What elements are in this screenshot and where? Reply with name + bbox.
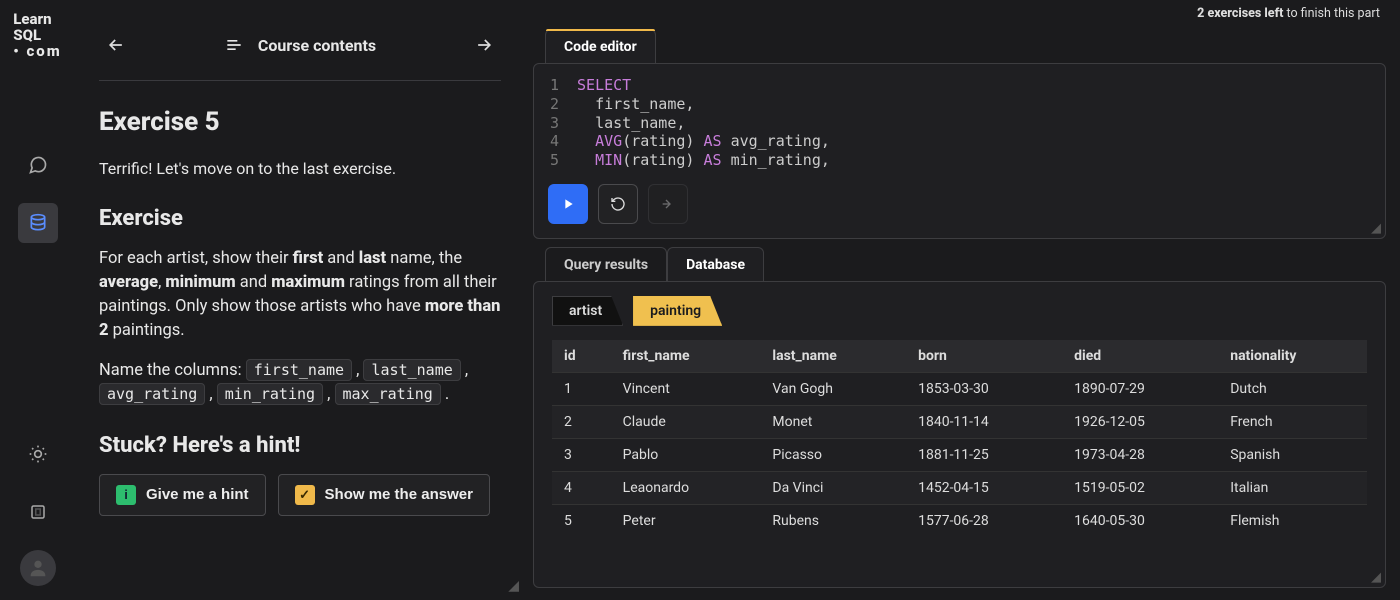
fullscreen-icon[interactable] <box>18 492 58 532</box>
hint-heading: Stuck? Here's a hint! <box>99 433 501 458</box>
col-id: id <box>552 340 611 373</box>
progress-notice: 2 exercises left to finish this part <box>533 0 1386 21</box>
exercise-prompt: For each artist, show their first and la… <box>99 247 501 343</box>
line-gutter: 1 2 3 4 5 <box>550 76 577 170</box>
database-panel: artist painting id first_name last_name … <box>533 281 1386 588</box>
side-rail: Learn SQL • com <box>0 0 75 600</box>
code-editor[interactable]: 1 2 3 4 5 SELECT first_name, last_name, … <box>534 64 1385 178</box>
theme-icon[interactable] <box>18 434 58 474</box>
lesson-panel: Course contents Exercise 5 Terrific! Let… <box>75 0 525 600</box>
exercise-intro: Terrific! Let's move on to the last exer… <box>99 159 501 178</box>
next-button[interactable] <box>467 28 501 62</box>
col-died: died <box>1062 340 1218 373</box>
col-last: last_name <box>760 340 906 373</box>
col-nat: nationality <box>1218 340 1367 373</box>
tab-query-results[interactable]: Query results <box>545 247 667 282</box>
tab-database[interactable]: Database <box>667 247 764 282</box>
table-row: 5PeterRubens1577-06-281640-05-30Flemish <box>552 504 1367 537</box>
col-born: born <box>906 340 1062 373</box>
check-icon: ✓ <box>295 485 315 505</box>
code-content[interactable]: SELECT first_name, last_name, AVG(rating… <box>577 76 830 170</box>
col-first: first_name <box>611 340 761 373</box>
prev-button[interactable] <box>99 28 133 62</box>
table-row: 2ClaudeMonet1840-11-141926-12-05French <box>552 405 1367 438</box>
info-icon: i <box>116 485 136 505</box>
table-tab-painting[interactable]: painting <box>633 296 722 326</box>
code-editor-panel: 1 2 3 4 5 SELECT first_name, last_name, … <box>533 63 1386 239</box>
table-row: 4LeaonardoDa Vinci1452-04-151519-05-02It… <box>552 471 1367 504</box>
table-row: 1VincentVan Gogh1853-03-301890-07-29Dutc… <box>552 372 1367 405</box>
breadcrumb: Course contents <box>99 20 501 81</box>
table-row: 3PabloPicasso1881-11-251973-04-28Spanish <box>552 438 1367 471</box>
hint-button[interactable]: i Give me a hint <box>99 474 266 516</box>
course-contents-label[interactable]: Course contents <box>258 36 376 55</box>
table-tab-artist[interactable]: artist <box>552 296 623 326</box>
data-table: id first_name last_name born died nation… <box>552 340 1367 537</box>
code-chip: min_rating <box>217 383 323 405</box>
column-instruction: Name the columns: first_name , last_name… <box>99 359 501 407</box>
share-button <box>648 184 688 224</box>
answer-button-label: Show me the answer <box>325 486 473 503</box>
code-chip: first_name <box>246 359 352 381</box>
exercise-section: Exercise <box>99 206 501 231</box>
exercise-heading: Exercise 5 <box>99 107 501 137</box>
logo: Learn SQL • com <box>5 12 69 59</box>
avatar[interactable] <box>20 550 56 586</box>
code-chip: avg_rating <box>99 383 205 405</box>
answer-button[interactable]: ✓ Show me the answer <box>278 474 490 516</box>
reset-button[interactable] <box>598 184 638 224</box>
run-button[interactable] <box>548 184 588 224</box>
hint-button-label: Give me a hint <box>146 486 249 503</box>
code-chip: max_rating <box>335 383 441 405</box>
chat-icon[interactable] <box>18 145 58 185</box>
code-chip: last_name <box>363 359 460 381</box>
resize-handle-icon[interactable]: ◢ <box>508 578 519 594</box>
logo-text: • com <box>13 44 61 60</box>
resize-handle-icon[interactable]: ◢ <box>1371 570 1381 585</box>
resize-handle-icon[interactable]: ◢ <box>1371 221 1381 236</box>
database-icon[interactable] <box>18 203 58 243</box>
tab-code-editor[interactable]: Code editor <box>545 29 656 64</box>
menu-icon <box>224 35 244 55</box>
